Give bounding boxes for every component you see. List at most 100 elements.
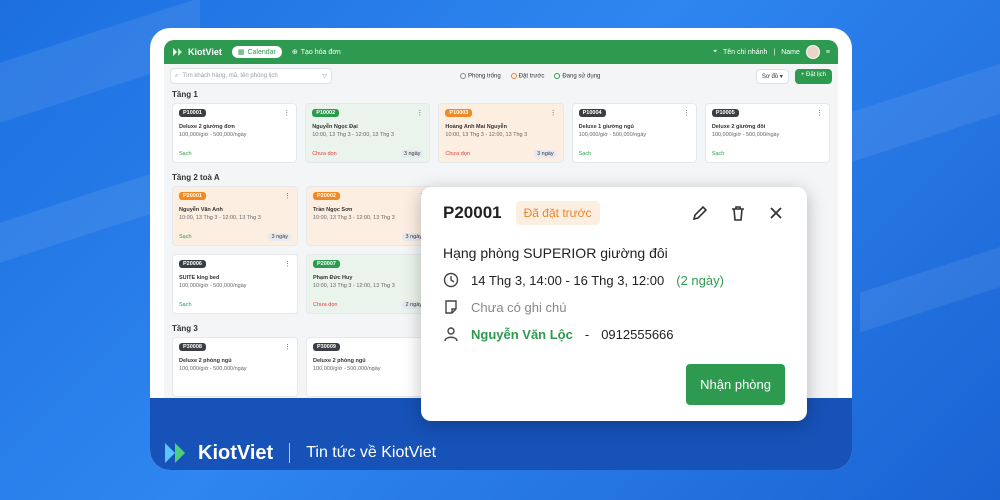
create-invoice-link[interactable]: ⊕ Tạo hóa đơn [291,48,341,57]
more-options-icon[interactable]: ⋮ [284,192,291,200]
tab-calendar[interactable]: ▦ Calendar [231,46,282,58]
status-badge: Đã đặt trước [515,201,600,225]
more-options-icon[interactable]: ⋮ [550,109,557,117]
room-info: 100,000/giờ - 500,000/ngày [179,366,247,372]
room-name: Deluxe 2 giường đôi [711,124,766,130]
room-card[interactable]: P30009⋮Deluxe 2 phòng ngủ100,000/giờ - 5… [306,337,432,397]
note-row: Chưa có ghi chú [443,299,785,315]
room-info: 100,000/giờ - 500,000/ngày [179,132,247,138]
room-code: P10003 [445,109,473,117]
customer-name[interactable]: Nguyễn Văn Lộc [471,327,573,342]
more-options-icon[interactable]: ⋮ [816,109,823,117]
room-card[interactable]: P20006 ⋮ SUITE king bed 100,000/giờ - 500,0… [172,254,298,314]
more-options-icon[interactable]: ⋮ [283,109,290,117]
room-name: Deluxe 1 giường ngủ [578,124,634,130]
room-clean-status: Chưa dọn [313,302,338,308]
note-icon [445,300,457,314]
branch-name[interactable]: Tên chi nhánh [723,49,767,56]
room-info: 100,000/giờ - 500,000/ngày [313,366,381,372]
room-info: 10:00, 13 Thg 3 - 12:00, 13 Thg 3 [313,215,395,221]
app-logo: KiotViet [172,47,222,57]
legend-empty[interactable]: Phòng trống [460,72,501,80]
room-code: P10005 [711,109,739,117]
room-info: 100,000/giờ - 500,000/ngày [578,132,647,138]
room-card[interactable]: P20002⋮Trần Ngọc Sơn10:00, 13 Thg 3 - 12… [306,186,432,246]
create-invoice-label: Tạo hóa đơn [300,48,341,56]
status-legend: Phòng trống Đặt trước Đang sử dụng [460,72,600,80]
floor-title: Tầng 2 toà A [172,173,220,182]
reserved-dot-icon [510,72,517,79]
checkin-button[interactable]: Nhận phòng [686,364,785,405]
user-name[interactable]: Name [781,49,800,56]
booking-note: Chưa có ghi chú [471,299,567,315]
plus-circle-icon: ⊕ [291,49,298,56]
legend-reserved[interactable]: Đặt trước [510,72,544,79]
room-code: P20007 [313,260,340,268]
app-brand: KiotViet [188,47,222,57]
room-code: P30008 [179,343,206,351]
room-card[interactable]: P10002 ⋮ Nguyễn Ngọc Đại 10:00, 13 Thg 3 - … [305,103,431,163]
room-card[interactable]: P10003 ⋮ Hoàng Anh Mai Nguyễn 10:00, 13 Thg… [438,103,564,163]
search-input[interactable]: Tìm khách hàng, mã, tên phòng lịch [182,73,277,79]
room-clean-status: Sạch [578,151,592,157]
menu-icon[interactable]: ≡ [826,49,830,56]
in-use-dot-icon [554,72,561,79]
room-name: Phạm Đức Huy [313,275,353,281]
room-clean-status: Sạch [711,151,725,157]
toolbar: ⌕ Tìm khách hàng, mã, tên phòng lịch ▽ P… [164,64,838,88]
legend-in-use[interactable]: Đang sử dụng [554,72,600,79]
room-card[interactable]: P10001 ⋮ Deluxe 2 giường đơn 100,000/giờ - … [172,103,298,163]
delete-icon[interactable] [729,204,747,222]
more-options-icon[interactable]: ⋮ [284,260,291,268]
room-info: 10:00, 13 Thg 3 - 12:00, 13 Thg 3 [179,215,261,221]
booking-time: 14 Thg 3, 14:00 - 16 Thg 3, 12:00 [471,272,665,288]
nav-divider: | [773,48,776,56]
location-pin-icon: ⌖ [713,48,718,55]
room-info: 100,000/giờ - 500,000/ngày [179,283,247,289]
room-card[interactable]: P10004 ⋮ Deluxe 1 giường ngủ 100,000/giờ - … [571,103,697,163]
room-type: Hạng phòng SUPERIOR giường đôi [443,245,668,261]
booking-time-row: 14 Thg 3, 14:00 - 16 Thg 3, 12:00 (2 ngà… [443,272,785,288]
room-name: Deluxe 2 giường đơn [179,124,235,130]
more-options-icon[interactable]: ⋮ [416,109,423,117]
close-icon[interactable] [767,204,785,222]
footer-brand: KiotViet Tin tức về KiotViet [162,440,436,466]
room-code: P20006 [179,260,206,268]
add-booking-button[interactable]: + Đặt lịch [794,68,832,84]
search-box[interactable]: ⌕ Tìm khách hàng, mã, tên phòng lịch ▽ [170,68,332,84]
clock-icon [443,272,459,288]
footer-brand-name: KiotViet [198,441,274,464]
kiotviet-logo-icon [173,48,182,56]
background-stripe [860,227,1000,333]
room-clean-status: Sạch [179,302,192,308]
room-info: 10:00, 13 Thg 3 - 12:00, 13 Thg 3 [445,132,528,138]
avatar[interactable] [805,45,820,59]
room-code: P10001 [179,109,206,117]
room-name: Nguyễn Văn Anh [179,207,223,213]
view-select[interactable]: Sơ đồ ▾ [755,68,789,84]
room-card[interactable]: P30008 ⋮ Deluxe 2 phòng ngủ 100,000/giờ - 5… [172,337,298,397]
room-name: Deluxe 2 phòng ngủ [313,358,366,364]
edit-icon[interactable] [691,204,709,222]
room-clean-status: Sạch [179,151,192,157]
more-options-icon[interactable]: ⋮ [284,343,291,351]
room-card[interactable]: P20001 ⋮ Nguyễn Văn Anh 10:00, 13 Thg 3 - 1… [172,186,298,246]
popup-header: P20001 Đã đặt trước [443,201,785,225]
room-code: P10004 [578,109,606,117]
customer-separator: - [584,326,590,342]
room-code: P20002 [313,192,340,200]
room-code: P20001 [179,192,206,200]
kiotviet-logo-icon [165,443,185,463]
legend-empty-label: Phòng trống [468,73,501,80]
room-card[interactable]: P20007⋮Phạm Đức Huy10:00, 13 Thg 3 - 12:… [306,254,432,314]
toolbar-right: Sơ đồ ▾ + Đặt lịch [755,68,832,84]
nav-right: ⌖ Tên chi nhánh | Name ≡ [713,45,830,59]
more-options-icon[interactable]: ⋮ [683,109,690,117]
floor-1-rooms: P10001 ⋮ Deluxe 2 giường đơn 100,000/giờ - … [164,103,838,163]
booking-detail-popup: P20001 Đã đặt trước Hạng phòng SUPERIOR … [421,187,807,421]
filter-icon[interactable]: ▽ [322,73,327,80]
top-nav: KiotViet ▦ Calendar ⊕ Tạo hóa đơn ⌖ Tên … [164,40,838,64]
customer-phone: 0912555666 [601,326,674,342]
room-card[interactable]: P10005 ⋮ Deluxe 2 giường đôi 100,000/giờ - … [704,103,831,163]
room-info: 100,000/giờ - 500,000/ngày [711,132,780,138]
